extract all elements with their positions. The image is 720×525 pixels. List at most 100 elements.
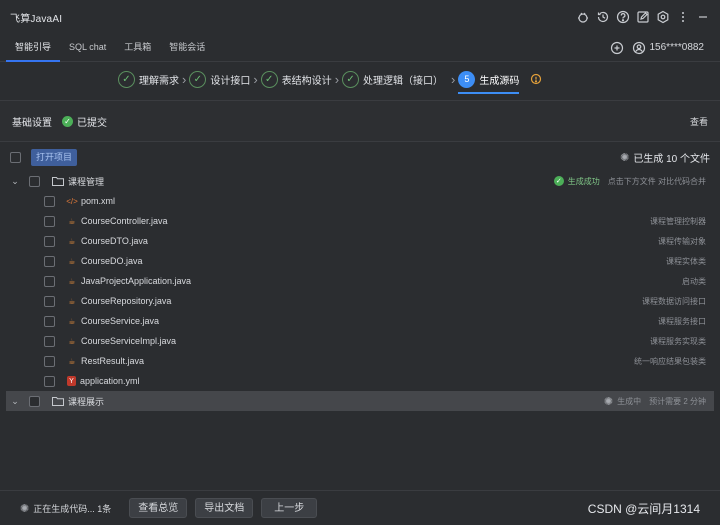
title-icons [576, 10, 710, 24]
java-icon: ☕ [68, 356, 76, 366]
view-overview-button[interactable]: 查看总览 [129, 498, 188, 518]
folder-row[interactable]: ⌄ 课程管理 ✓ 生成成功 点击下方文件 对比代码合并 [0, 171, 720, 191]
help-icon[interactable] [616, 10, 630, 24]
add-icon[interactable] [610, 41, 624, 55]
open-project-button[interactable]: 打开项目 [31, 148, 78, 166]
loading-icon: ✺ [620, 151, 630, 164]
watermark: CSDN @云间月1314 [587, 501, 700, 516]
minimize-icon[interactable] [696, 10, 710, 24]
info-warning-icon[interactable] [529, 72, 543, 86]
user-menu[interactable]: 156****0882 [632, 41, 705, 55]
file-name: CourseDTO.java [81, 236, 148, 246]
check-icon: ✓ [189, 70, 207, 88]
file-list-header: 打开项目 ✺ 已生成 10 个文件 [0, 146, 720, 168]
check-icon: ✓ [342, 70, 360, 88]
folder-row[interactable]: ⌄ 课程展示 ✺ 生成中 预计需要 2 分钟 [6, 391, 714, 411]
tab-sql-chat[interactable]: SQL chat [60, 34, 115, 62]
previous-step-button[interactable]: 上一步 [261, 498, 318, 518]
file-checkbox[interactable] [44, 375, 55, 387]
folder-icon [52, 176, 64, 186]
step-generate-source[interactable]: 5 生成源码 [458, 62, 520, 96]
file-name: CourseServiceImpl.java [81, 336, 177, 346]
file-name: RestResult.java [81, 356, 145, 366]
file-row[interactable]: ☕ JavaProjectApplication.java 启动类 [0, 271, 720, 291]
xml-icon: </> [66, 196, 78, 206]
file-checkbox[interactable] [44, 195, 55, 207]
file-desc: 课程传输对象 [658, 236, 706, 246]
tab-smart-guide[interactable]: 智能引导 [6, 34, 61, 62]
folder-status: ✓ 生成成功 点击下方文件 对比代码合并 [553, 176, 706, 187]
step-table-design[interactable]: ✓ 表结构设计 [260, 62, 332, 96]
file-desc: 启动类 [682, 276, 706, 286]
file-row[interactable]: ☕ CourseDO.java 课程实体类 [0, 251, 720, 271]
file-row[interactable]: ☕ CourseService.java 课程服务接口 [0, 311, 720, 331]
step-process-logic[interactable]: ✓ 处理逻辑（接口） [342, 62, 443, 96]
bottom-bar: ✺ 正在生成代码... 1条 查看总览 导出文档 上一步 CSDN @云间月13… [0, 490, 720, 525]
step-number: 5 [458, 70, 476, 88]
edit-icon[interactable] [636, 10, 650, 24]
file-desc: 课程服务接口 [658, 316, 706, 326]
file-row[interactable]: Y application.yml [0, 371, 720, 391]
basic-settings-bar: 基础设置 ✓ 已提交 查看 [0, 100, 720, 142]
java-icon: ☕ [68, 316, 76, 326]
check-icon: ✓ [118, 70, 135, 88]
gear-icon[interactable] [656, 10, 670, 24]
title-bar: 飞算JavaAI [0, 0, 720, 34]
java-icon: ☕ [68, 216, 76, 226]
file-name: CourseRepository.java [81, 296, 172, 306]
file-desc: 课程实体类 [666, 256, 706, 266]
file-checkbox[interactable] [44, 255, 55, 267]
folder-name: 课程展示 [68, 396, 105, 407]
history-icon[interactable] [596, 10, 610, 24]
java-icon: ☕ [68, 276, 76, 286]
file-checkbox[interactable] [44, 355, 55, 367]
tab-bar-right: 156****0882 [610, 41, 715, 55]
chevron-down-icon[interactable]: ⌄ [10, 396, 20, 407]
file-name: CourseController.java [81, 216, 168, 226]
file-checkbox[interactable] [44, 235, 55, 247]
step-understand-requirements[interactable]: ✓ 理解需求 [118, 62, 179, 96]
select-all-checkbox[interactable] [10, 151, 21, 163]
step-design-interface[interactable]: ✓ 设计接口 [189, 62, 250, 96]
file-tree: ⌄ 课程管理 ✓ 生成成功 点击下方文件 对比代码合并 </> pom.xml … [0, 171, 720, 411]
tab-toolbox[interactable]: 工具箱 [115, 34, 160, 62]
file-desc: 课程数据访问接口 [642, 296, 706, 306]
chevron-down-icon[interactable]: ⌄ [10, 176, 20, 187]
folder-name: 课程管理 [68, 176, 105, 187]
folder-checkbox[interactable] [29, 395, 40, 407]
file-row[interactable]: ☕ CourseServiceImpl.java 课程服务实现类 [0, 331, 720, 351]
file-row[interactable]: ☕ CourseDTO.java 课程传输对象 [0, 231, 720, 251]
file-row[interactable]: ☕ CourseRepository.java 课程数据访问接口 [0, 291, 720, 311]
file-checkbox[interactable] [44, 215, 55, 227]
main-tabs: 智能引导 SQL chat 工具箱 智能会话 156****0882 [0, 34, 720, 62]
java-icon: ☕ [68, 236, 76, 246]
chevron-right-icon: › [451, 71, 456, 87]
success-icon: ✓ [553, 176, 564, 186]
file-checkbox[interactable] [44, 295, 55, 307]
workflow-stepper: ✓ 理解需求 › ✓ 设计接口 › ✓ 表结构设计 › ✓ 处理逻辑（接口） ›… [0, 62, 720, 96]
file-row[interactable]: ☕ RestResult.java 统一响应结果包装类 [0, 351, 720, 371]
export-docs-button[interactable]: 导出文档 [195, 498, 254, 518]
app-title: 飞算JavaAI [10, 13, 63, 25]
file-name: CourseDO.java [81, 256, 143, 266]
java-icon: ☕ [68, 256, 76, 266]
folder-icon [52, 396, 64, 406]
file-checkbox[interactable] [44, 315, 55, 327]
file-row[interactable]: ☕ CourseController.java 课程管理控制器 [0, 211, 720, 231]
file-checkbox[interactable] [44, 275, 55, 287]
generated-count: ✺ 已生成 10 个文件 [620, 151, 710, 165]
more-vertical-icon[interactable] [676, 10, 690, 24]
check-icon: ✓ [260, 70, 278, 88]
bug-icon[interactable] [576, 10, 590, 24]
success-icon: ✓ [62, 115, 73, 127]
view-link[interactable]: 查看 [690, 115, 708, 128]
folder-checkbox[interactable] [29, 175, 40, 187]
file-checkbox[interactable] [44, 335, 55, 347]
folder-status: ✺ 生成中 预计需要 2 分钟 [603, 395, 706, 408]
submitted-status: ✓ 已提交 [62, 114, 107, 129]
tab-smart-chat[interactable]: 智能会话 [160, 34, 214, 62]
user-id: 156****0882 [649, 42, 705, 53]
file-row[interactable]: </> pom.xml [0, 191, 720, 211]
file-name: application.yml [80, 376, 140, 386]
chevron-right-icon: › [253, 71, 258, 87]
